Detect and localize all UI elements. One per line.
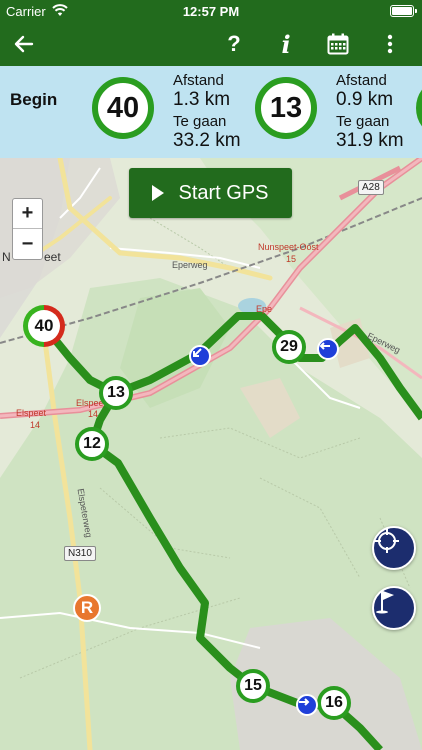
- route-end-button[interactable]: [372, 586, 416, 630]
- node-badge-next[interactable]: [416, 77, 422, 139]
- route-marker-15[interactable]: 15: [236, 669, 270, 703]
- map-view[interactable]: Eperweg Nunspeet-Oost 15 Epe Eperweg Els…: [0, 158, 422, 750]
- route-marker-start[interactable]: 40: [23, 305, 65, 347]
- back-arrow-icon: [14, 35, 34, 53]
- road-shield-a28: A28: [358, 180, 384, 195]
- zoom-in-button[interactable]: +: [13, 199, 42, 229]
- place-label-town-tail: eet: [44, 250, 61, 264]
- route-marker-29[interactable]: 29: [272, 330, 306, 364]
- poi-restaurant-marker[interactable]: R: [73, 594, 101, 622]
- place-label-elspeet-num: 14: [88, 409, 99, 419]
- distance-label: Afstand: [336, 72, 387, 89]
- crosshair-icon: [375, 529, 399, 553]
- road-shield-n310: N310: [64, 546, 96, 561]
- zoom-out-button[interactable]: −: [13, 229, 42, 259]
- place-label-nunspeet-oost: Nunspeet-Oost: [258, 242, 319, 252]
- route-marker-16[interactable]: 16: [317, 686, 351, 720]
- distance-label: Afstand: [173, 72, 224, 89]
- locate-me-button[interactable]: [372, 526, 416, 570]
- zoom-control: + −: [12, 198, 43, 260]
- distance-value: 0.9 km: [336, 89, 394, 110]
- calendar-button[interactable]: [320, 22, 356, 66]
- place-label-nunspeet-oost-num: 15: [286, 254, 297, 264]
- distance-value: 1.3 km: [173, 89, 231, 110]
- route-marker-12[interactable]: 12: [75, 427, 109, 461]
- direction-arrow-icon: [189, 345, 211, 367]
- remaining-value: 33.2 km: [173, 130, 241, 151]
- start-gps-label: Start GPS: [178, 181, 269, 204]
- start-gps-button[interactable]: Start GPS: [129, 168, 292, 218]
- more-options-button[interactable]: [372, 22, 408, 66]
- node-badge-13[interactable]: 13: [255, 77, 317, 139]
- status-bar: Carrier 12:57 PM: [0, 0, 422, 22]
- place-label-town: N: [2, 250, 11, 264]
- toolbar: ? i: [0, 22, 422, 66]
- direction-arrow-icon: [296, 694, 318, 716]
- direction-arrow-icon: [317, 338, 339, 360]
- remaining-value: 31.9 km: [336, 130, 404, 151]
- map-canvas: [0, 158, 422, 750]
- place-label-elspeet-left: Elspeet: [16, 408, 47, 418]
- place-label-elspeet-left-num: 14: [30, 420, 41, 430]
- remaining-label: Te gaan: [173, 113, 227, 130]
- place-label-epe: Epe: [256, 304, 273, 314]
- route-marker-13[interactable]: 13: [99, 376, 133, 410]
- vertical-dots-icon: [387, 34, 393, 54]
- clock: 12:57 PM: [182, 4, 240, 19]
- calendar-icon: [327, 33, 349, 55]
- battery-icon: [390, 5, 417, 17]
- road-label-eperweg: Eperweg: [172, 260, 208, 270]
- play-icon: [152, 185, 165, 201]
- route-marker-start-label: 40: [28, 310, 60, 342]
- help-button[interactable]: ?: [216, 22, 252, 66]
- flag-icon: [376, 591, 394, 614]
- back-button[interactable]: [6, 22, 42, 66]
- info-button[interactable]: i: [268, 22, 304, 66]
- node-badge-40[interactable]: 40: [92, 77, 154, 139]
- begin-label: Begin: [10, 90, 58, 109]
- remaining-label: Te gaan: [336, 113, 390, 130]
- route-info-panel: Begin 40 Afstand 1.3 km Te gaan 33.2 km …: [0, 66, 422, 158]
